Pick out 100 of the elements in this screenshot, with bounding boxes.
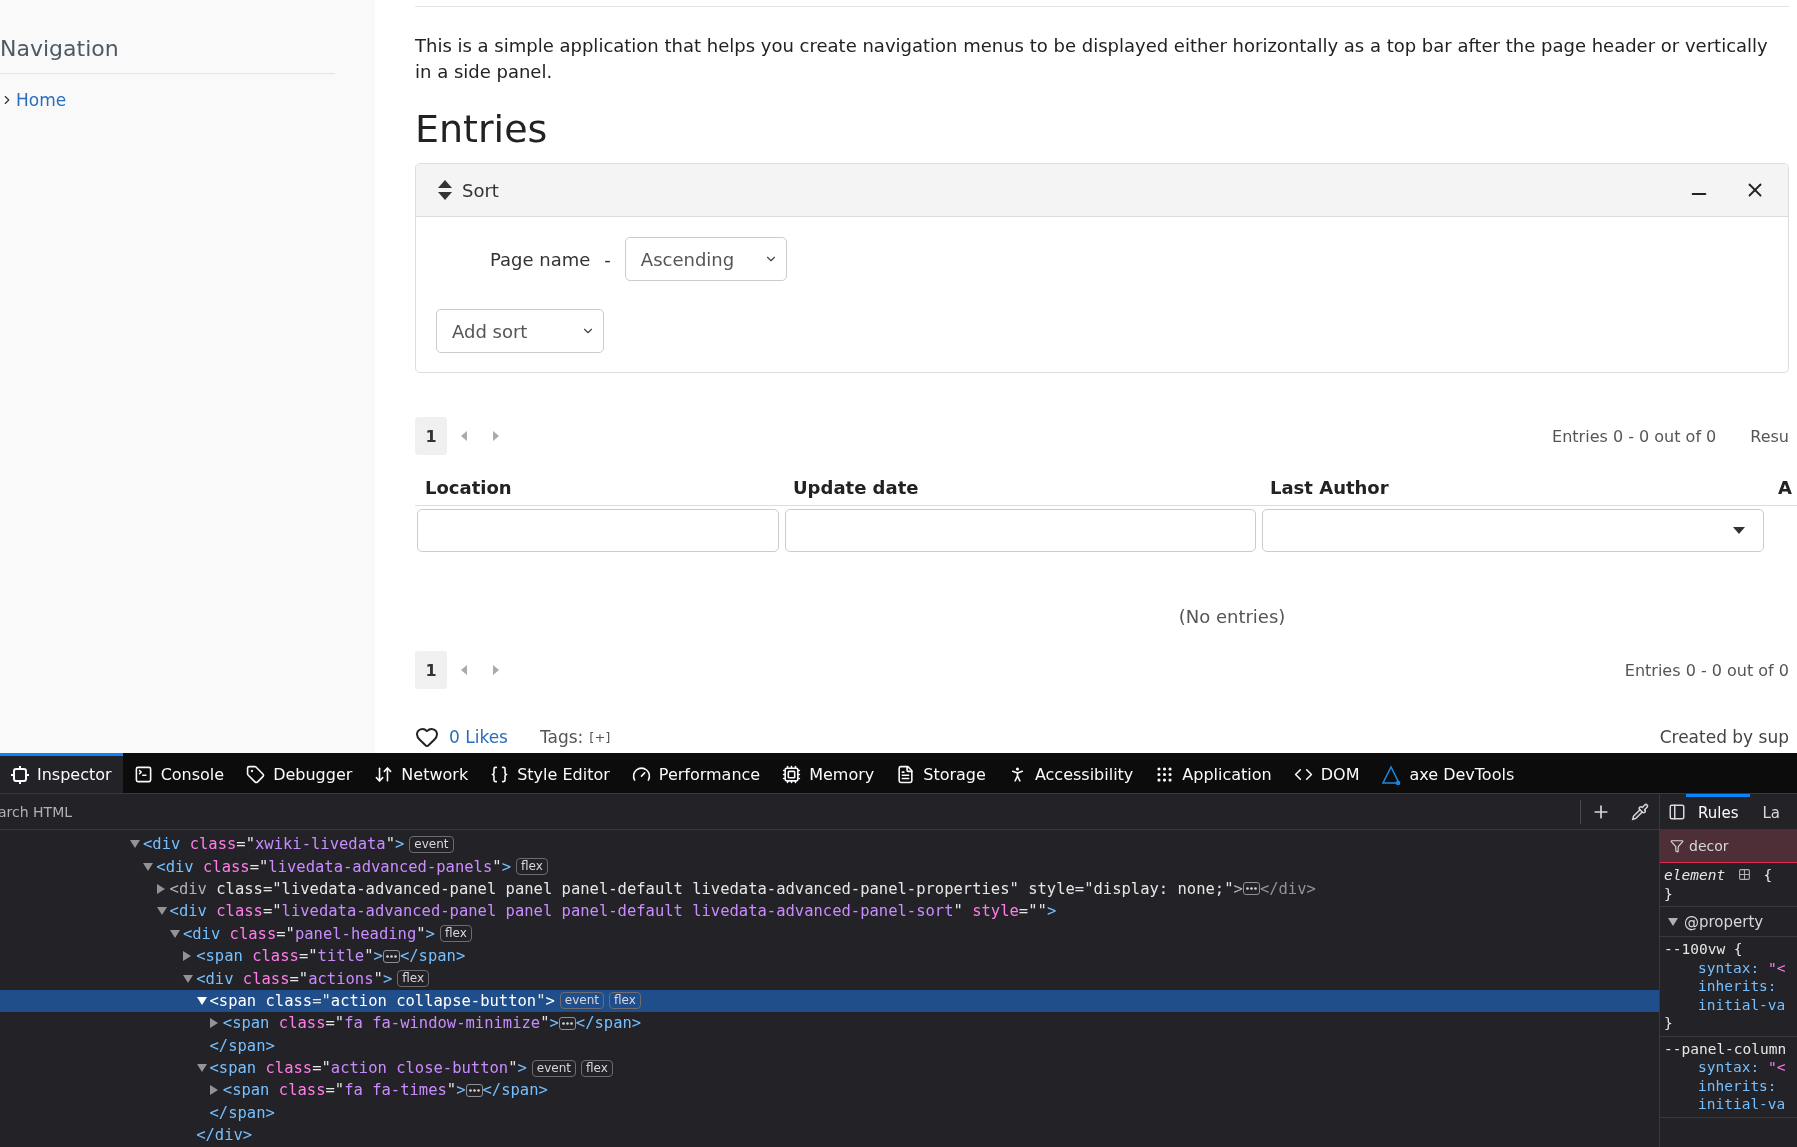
closing-tag: </span> <box>209 1103 275 1122</box>
html-tag: <div class="livedata-advanced-panel panel panel-default livedata-advanced-panel-sort" style=""> <box>169 902 1057 921</box>
node-row[interactable]: <div class="livedata-advanced-panels"> flex <box>0 855 1659 878</box>
html-tag: <span class="fa fa-times"> <box>222 1081 466 1100</box>
heart-icon[interactable] <box>415 725 439 749</box>
rule-selector: --100vw { <box>1664 940 1744 959</box>
node-row[interactable]: <div class="actions"> flex <box>0 967 1659 990</box>
node-row[interactable]: <span class="fa fa-window-minimize"> </span> <box>0 1012 1659 1035</box>
column-header[interactable]: Last Author <box>1260 476 1768 498</box>
filter-field[interactable]: decor <box>1660 830 1797 863</box>
column-header[interactable]: A <box>1768 476 1797 498</box>
column-header[interactable]: Update date <box>783 476 1260 498</box>
node-badge[interactable]: flex <box>439 925 472 943</box>
collapsed-triangle-icon[interactable] <box>209 1018 218 1029</box>
node-badge[interactable]: flex <box>609 992 641 1010</box>
filter-icon <box>1670 839 1684 853</box>
devtools-tab[interactable]: Inspector <box>0 753 123 793</box>
closing-tag: </span> <box>399 947 466 966</box>
html-tag: <span class="action close-button"> <box>209 1059 527 1078</box>
devtools-tab[interactable]: Network <box>363 753 480 793</box>
devtools-tab[interactable]: Style Editor <box>479 753 621 793</box>
page-button[interactable]: 1 <box>415 417 447 455</box>
devtools-tab[interactable]: DOM <box>1282 753 1371 793</box>
page-button[interactable]: 1 <box>415 651 447 689</box>
node-row[interactable]: <div class="panel-heading"> flex <box>0 922 1659 945</box>
sort-field-label: Page name <box>490 248 591 270</box>
collapsed-triangle-icon[interactable] <box>209 1085 218 1096</box>
column-header[interactable]: Location <box>415 476 783 498</box>
expanded-triangle-icon[interactable] <box>1668 917 1678 926</box>
node-row[interactable]: <span class="action collapse-button"> event flex <box>0 989 1659 1013</box>
rule-selector: element <box>1664 867 1726 883</box>
property-name: syntax: <box>1698 959 1760 976</box>
devtools-tab[interactable]: Storage <box>885 753 997 793</box>
gauge-icon <box>631 765 651 784</box>
entries-summary: Entries 0 - 0 out of 0 <box>1552 426 1717 446</box>
node-badge[interactable]: flex <box>581 1059 613 1077</box>
node-row[interactable]: <div class="xwiki-livedata"> event <box>0 833 1659 856</box>
node-row[interactable]: <div class="livedata-advanced-panel panel panel-default livedata-advanced-panel-sort" style=""> <box>0 900 1659 923</box>
collapsed-triangle-icon[interactable] <box>156 883 165 894</box>
ellipsis-icon[interactable] <box>465 1084 483 1097</box>
ellipsis-icon[interactable] <box>558 1016 576 1030</box>
expanded-triangle-icon[interactable] <box>143 862 154 871</box>
brace: { <box>1763 867 1773 883</box>
dropdown-caret-icon <box>1733 527 1745 534</box>
collapsed-triangle-icon[interactable] <box>183 951 192 962</box>
node-badge[interactable]: event <box>531 1059 577 1077</box>
expanded-triangle-icon[interactable] <box>196 1064 207 1073</box>
grid-icon <box>1155 765 1175 784</box>
brace: } <box>1664 1014 1674 1033</box>
node-badge[interactable]: event <box>409 835 454 853</box>
sidebar-tab[interactable]: La <box>1750 794 1793 829</box>
eyedropper-icon[interactable] <box>1631 802 1649 821</box>
devtools-tab[interactable]: Debugger <box>235 753 364 793</box>
html-tag: <div class="xwiki-livedata"> <box>143 835 405 854</box>
rule-selector: --panel-column <box>1664 1039 1788 1058</box>
brace: } <box>1664 884 1674 903</box>
document-icon <box>896 765 916 784</box>
node-row[interactable]: <div class="livedata-advanced-panel panel panel-default livedata-advanced-panel-properties" style="display: none;"> </div> <box>0 877 1659 901</box>
devtools-tab[interactable]: axe DevTools <box>1370 753 1526 793</box>
expanded-triangle-icon[interactable] <box>196 996 207 1005</box>
closing-tag: </div> <box>196 1126 253 1145</box>
separator: - <box>604 248 611 270</box>
add-sort-select[interactable]: Add sort <box>436 309 604 353</box>
panel-toggle-icon[interactable] <box>1668 802 1686 821</box>
sidebar-link[interactable]: Home <box>0 90 375 110</box>
empty-message: (No entries) <box>1177 606 1287 627</box>
at-rule-header[interactable]: @property <box>1660 907 1797 937</box>
devtools-tab[interactable]: Memory <box>771 753 886 793</box>
node-row[interactable]: <span class="title"> </span> <box>0 944 1659 968</box>
node-badge[interactable]: event <box>559 992 605 1010</box>
ellipsis-icon[interactable] <box>1242 882 1260 896</box>
expanded-triangle-icon[interactable] <box>156 907 167 916</box>
node-row[interactable]: <span class="fa fa-times"> </span> <box>0 1079 1659 1102</box>
property-value: "< <box>1768 959 1786 976</box>
html-tag: <div class="livedata-advanced-panels"> <box>156 857 511 876</box>
ellipsis-icon[interactable] <box>382 949 400 963</box>
tag-icon <box>246 765 266 784</box>
tags-label: Tags: <box>539 727 584 747</box>
devtools-tab[interactable]: Application <box>1144 753 1283 793</box>
filter-input[interactable] <box>417 509 779 552</box>
grid-icon[interactable] <box>1737 868 1751 881</box>
closing-tag: </span> <box>209 1036 275 1055</box>
expanded-triangle-icon[interactable] <box>183 974 194 983</box>
html-tag: <span class="action collapse-button"> <box>209 991 555 1010</box>
add-tag-link[interactable]: [+] <box>589 729 611 745</box>
node-badge[interactable]: flex <box>397 970 430 988</box>
likes-link[interactable]: 0 Likes <box>449 727 508 747</box>
node-row[interactable]: <span class="action close-button"> event flex <box>0 1056 1659 1080</box>
chip-icon <box>782 765 802 784</box>
devtools-tab[interactable]: Accessibility <box>996 753 1145 793</box>
expanded-triangle-icon[interactable] <box>130 840 140 849</box>
triangle-logo-icon <box>1381 764 1402 785</box>
property-name: initial-va <box>1698 996 1786 1013</box>
node-badge[interactable]: flex <box>515 858 548 876</box>
property-value: "< <box>1768 1059 1786 1075</box>
filter-input[interactable] <box>785 509 1256 552</box>
order-select[interactable]: Ascending <box>624 237 787 281</box>
devtools-tab[interactable]: Console <box>122 753 236 793</box>
devtools-tab[interactable]: Performance <box>620 753 772 793</box>
expanded-triangle-icon[interactable] <box>169 929 180 938</box>
